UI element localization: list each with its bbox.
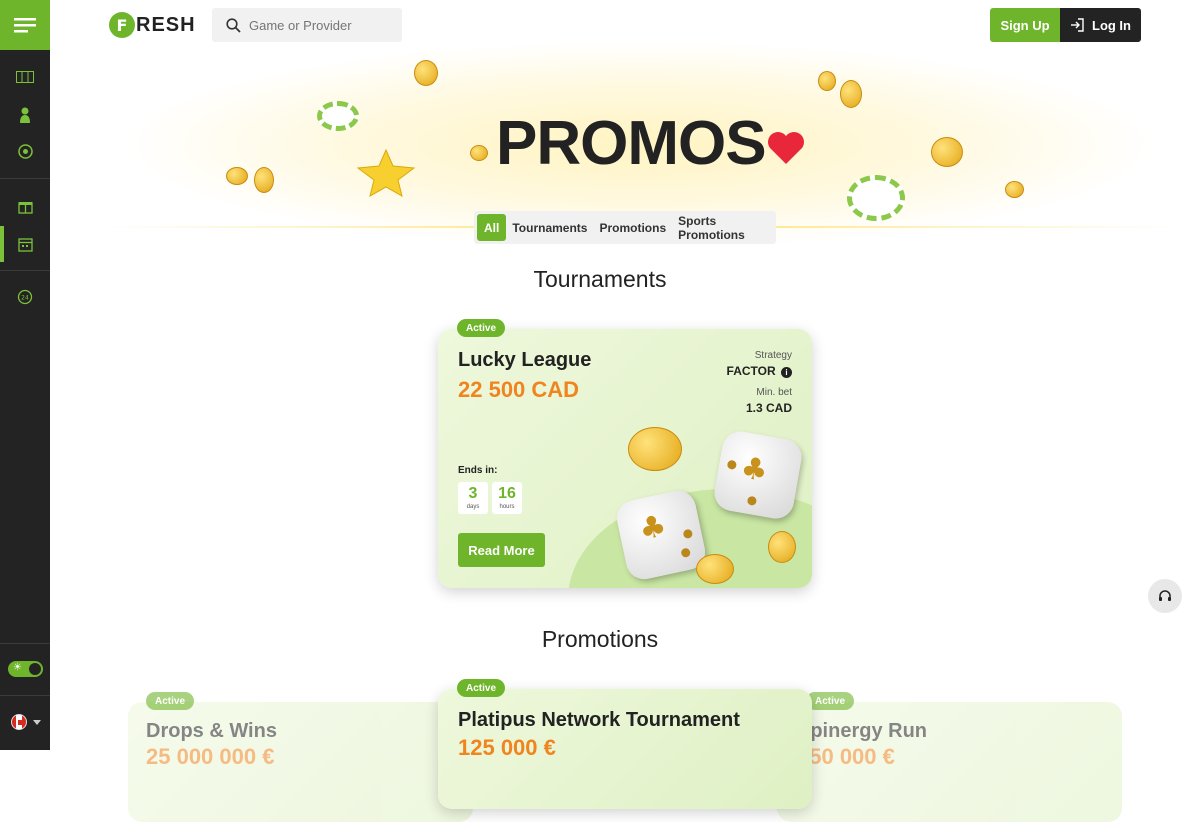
svg-text:24: 24 [21,295,29,302]
coin-decoration [1005,181,1024,198]
menu-button[interactable] [0,0,50,50]
promo-card[interactable]: Drops & Wins 25 000 000 € [128,702,473,822]
coin-decoration [470,145,488,161]
casino-chip-decoration [317,101,359,131]
coin-decoration [226,167,248,185]
coin-decoration [254,167,274,193]
sports-icon[interactable] [0,136,50,166]
tournament-card[interactable]: Lucky League 22 500 CAD Strategy FACTOR … [438,329,812,588]
card-prize: 25 000 000 € [146,744,275,769]
tab-sports-promotions[interactable]: Sports Promotions [672,214,773,242]
read-more-button[interactable]: Read More [458,533,545,567]
ends-in-label: Ends in: [458,465,498,476]
section-heading-promotions: Promotions [541,626,659,652]
coin-decoration [768,531,796,563]
section-heading-tournaments: Tournaments [533,266,667,292]
toggle-knob [29,663,41,675]
info-icon[interactable]: i [781,367,792,378]
countdown-hours: 16 hours [492,482,522,514]
live-dealer-icon[interactable] [0,100,50,130]
promo-card[interactable]: Platipus Network Tournament 125 000 € [438,689,812,809]
chevron-down-icon[interactable] [33,720,41,725]
min-bet-value: 1.3 CAD [745,401,792,415]
tab-tournaments[interactable]: Tournaments [506,214,593,241]
logo-text: RESH [136,13,196,36]
card-title: Drops & Wins [146,720,277,742]
logo-mark: F [109,12,135,38]
clover-icon: ♣ [636,508,670,548]
theme-toggle[interactable]: ☀ [8,661,43,677]
coin-decoration [818,71,836,91]
headset-icon [1159,590,1171,601]
promo-filter-tabs: All Tournaments Promotions Sports Promot… [474,211,776,244]
search-input[interactable] [249,17,389,33]
menu-icon [14,18,36,33]
status-badge: Active [457,319,506,337]
tab-promotions[interactable]: Promotions [593,214,672,241]
clover-icon: ♣ [738,450,771,490]
signup-button[interactable]: Sign Up [990,8,1060,42]
countdown-hours-unit: hours [499,504,515,510]
dice-decoration: ♣ [711,428,805,522]
strategy-value: FACTOR i [727,364,792,378]
promo-card[interactable]: Spinergy Run 250 000 € [777,702,1122,822]
page-title: PROMOS [496,109,767,178]
coin-decoration [414,60,438,86]
status-badge: Active [146,692,195,710]
search-bar[interactable] [212,8,402,42]
min-bet-label: Min. bet [756,387,792,398]
card-prize: 22 500 CAD [458,377,580,402]
sun-icon: ☀ [13,662,22,673]
card-title: Platipus Network Tournament [458,709,740,731]
card-title: Spinergy Run [797,720,928,742]
dice-decoration: ♣ [613,487,709,583]
logo[interactable]: F RESH [109,12,196,38]
gift-icon[interactable] [0,191,50,221]
strategy-value-text: FACTOR [726,364,776,378]
casino-chip-decoration [847,175,905,221]
status-badge: Active [806,692,855,710]
canada-flag-icon[interactable] [11,714,27,730]
heart-icon [768,132,804,164]
countdown-hours-value: 16 [498,485,516,502]
calendar-icon[interactable] [0,229,50,259]
support-chat-button[interactable] [1148,579,1182,613]
search-icon [226,17,241,33]
star-icon [356,148,416,198]
login-label: Log In [1092,17,1131,33]
coin-decoration [840,80,862,108]
tab-all[interactable]: All [477,214,507,241]
coin-decoration [931,137,963,167]
coin-decoration [696,554,734,584]
coin-decoration [628,427,682,471]
slots-icon[interactable] [0,62,50,92]
countdown-days-unit: days [466,504,480,510]
countdown-days-value: 3 [468,485,478,502]
strategy-label: Strategy [754,350,792,361]
status-badge: Active [457,679,506,697]
login-button[interactable]: Log In [1060,8,1141,42]
sidebar-divider [0,695,50,696]
sidebar-divider [0,178,50,179]
login-icon [1071,18,1084,32]
card-title: Lucky League [458,349,592,371]
card-prize: 125 000 € [458,735,556,760]
countdown-days: 3 days [458,482,488,514]
